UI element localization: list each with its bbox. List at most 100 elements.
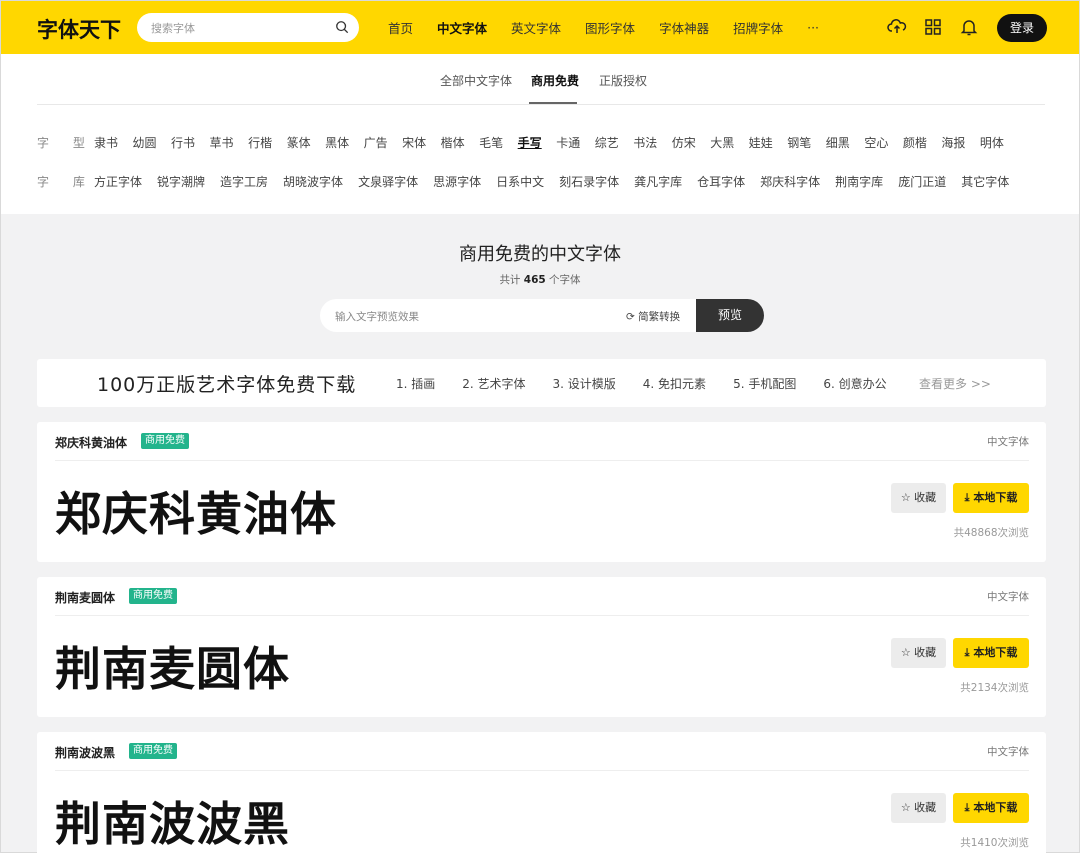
library-filter-option[interactable]: 造字工房 — [220, 173, 268, 190]
category-tabs: 全部中文字体 商用免费 正版授权 — [1, 54, 1079, 104]
favorite-button[interactable]: ☆ 收藏 — [891, 638, 946, 668]
nav-font-tools[interactable]: 字体神器 — [659, 18, 709, 37]
preview-button[interactable]: 预览 — [696, 299, 764, 332]
type-filter-option[interactable]: 卡通 — [556, 134, 580, 151]
bell-icon[interactable] — [959, 17, 979, 37]
type-filter-option[interactable]: 明体 — [980, 134, 1004, 151]
library-filter-option[interactable]: 思源字体 — [433, 173, 481, 190]
type-filter-option[interactable]: 宋体 — [402, 134, 426, 151]
nav-more[interactable]: ··· — [807, 20, 819, 35]
download-button[interactable]: ⤓ 本地下载 — [953, 483, 1029, 513]
preview-placeholder: 输入文字预览效果 — [335, 311, 419, 323]
library-filter-option[interactable]: 荆南字库 — [835, 173, 883, 190]
divider — [37, 104, 1045, 105]
library-filter-option[interactable]: 锐字潮牌 — [157, 173, 205, 190]
font-card[interactable]: 郑庆科黄油体 商用免费 中文字体 郑庆科黄油体 ☆ 收藏 ⤓ 本地下载 共48868次浏览 — [37, 422, 1046, 562]
font-category[interactable]: 中文字体 — [987, 589, 1029, 604]
banner-more-link[interactable]: 查看更多 >> — [919, 375, 991, 392]
type-filter-option[interactable]: 海报 — [941, 134, 965, 151]
site-logo[interactable]: 字体天下 — [37, 14, 121, 44]
type-filter-option[interactable]: 篆体 — [287, 134, 311, 151]
view-count: 共48868次浏览 — [953, 527, 1029, 539]
font-category[interactable]: 中文字体 — [987, 434, 1029, 449]
font-name[interactable]: 荆南麦圆体 — [55, 589, 115, 606]
type-filter-option[interactable]: 大黑 — [710, 134, 734, 151]
type-filter-option[interactable]: 行楷 — [248, 134, 272, 151]
font-card[interactable]: 荆南麦圆体 商用免费 中文字体 荆南麦圆体 ☆ 收藏 ⤓ 本地下载 共2134次浏览 — [37, 577, 1046, 717]
font-preview-sample[interactable]: 郑庆科黄油体 — [55, 478, 337, 544]
tab-commercial-free[interactable]: 商用免费 — [531, 72, 579, 89]
tab-all-chinese[interactable]: 全部中文字体 — [440, 72, 512, 89]
library-filter-option[interactable]: 胡晓波字体 — [283, 173, 343, 190]
nav-english-fonts[interactable]: 英文字体 — [511, 18, 561, 37]
count-prefix: 共计 — [499, 274, 521, 286]
type-filter-option[interactable]: 仿宋 — [672, 134, 696, 151]
type-filter-option[interactable]: 娃娃 — [749, 134, 773, 151]
promo-banner[interactable]: 100万正版艺术字体免费下载 1. 插画 2. 艺术字体 3. 设计模版 4. 免扣元… — [37, 359, 1046, 407]
type-filter-option[interactable]: 隶书 — [94, 134, 118, 151]
type-filter-option[interactable]: 黑体 — [325, 134, 349, 151]
search-icon[interactable] — [335, 20, 349, 34]
count-value: 465 — [523, 274, 546, 286]
grid-apps-icon[interactable] — [923, 17, 943, 37]
font-name[interactable]: 荆南波波黑 — [55, 744, 115, 761]
page-title: 商用免费的中文字体 — [459, 244, 621, 265]
library-filter-option[interactable]: 其它字体 — [961, 173, 1009, 190]
type-filter-option[interactable]: 手写 — [518, 134, 542, 151]
type-filter-option[interactable]: 广告 — [364, 134, 388, 151]
type-filter-option[interactable]: 综艺 — [595, 134, 619, 151]
type-filter-option[interactable]: 颜楷 — [903, 134, 927, 151]
library-filter-option[interactable]: 刻石录字体 — [559, 173, 619, 190]
favorite-button[interactable]: ☆ 收藏 — [891, 483, 946, 513]
banner-link[interactable]: 4. 免扣元素 — [643, 375, 706, 392]
type-filter-option[interactable]: 行书 — [171, 134, 195, 151]
view-count: 共1410次浏览 — [960, 837, 1029, 849]
commercial-free-badge: 商用免费 — [129, 743, 177, 759]
font-preview-sample[interactable]: 荆南波波黑 — [55, 788, 290, 853]
library-filter-option[interactable]: 仓耳字体 — [697, 173, 745, 190]
banner-link[interactable]: 6. 创意办公 — [823, 375, 886, 392]
type-filter-option[interactable]: 楷体 — [441, 134, 465, 151]
favorite-button[interactable]: ☆ 收藏 — [891, 793, 946, 823]
banner-link[interactable]: 2. 艺术字体 — [462, 375, 525, 392]
type-filter-option[interactable]: 钢笔 — [787, 134, 811, 151]
filter-panel: 全部中文字体 商用免费 正版授权 字 型 隶书 幼圆 行书 草书 行楷 篆体 黑体 广告 宋体楷… — [1, 54, 1079, 214]
banner-headline[interactable]: 100万正版艺术字体免费下载 — [97, 370, 356, 397]
commercial-free-badge: 商用免费 — [129, 588, 177, 604]
library-filter-option[interactable]: 日系中文 — [496, 173, 544, 190]
search-placeholder: 搜索字体 — [151, 22, 195, 35]
library-filter-option[interactable]: 郑庆科字体 — [760, 173, 820, 190]
type-filter-option[interactable]: 幼圆 — [133, 134, 157, 151]
type-filter-option[interactable]: 细黑 — [826, 134, 850, 151]
font-preview-sample[interactable]: 荆南麦圆体 — [55, 633, 290, 699]
nav-chinese-fonts[interactable]: 中文字体 — [437, 18, 487, 37]
download-button[interactable]: ⤓ 本地下载 — [953, 638, 1029, 668]
nav-home[interactable]: 首页 — [388, 18, 413, 37]
library-filter-option[interactable]: 龚凡字库 — [634, 173, 682, 190]
nav-graphic-fonts[interactable]: 图形字体 — [585, 18, 635, 37]
type-filter-option[interactable]: 草书 — [210, 134, 234, 151]
banner-link[interactable]: 1. 插画 — [396, 375, 435, 392]
font-name[interactable]: 郑庆科黄油体 — [55, 434, 127, 451]
cloud-upload-icon[interactable] — [887, 17, 907, 37]
download-button[interactable]: ⤓ 本地下载 — [953, 793, 1029, 823]
main-nav: 首页 中文字体 英文字体 图形字体 字体神器 招牌字体 ··· — [388, 1, 843, 54]
library-filter-option[interactable]: 方正字体 — [94, 173, 142, 190]
count-suffix: 个字体 — [549, 274, 581, 286]
banner-link[interactable]: 5. 手机配图 — [733, 375, 796, 392]
banner-link[interactable]: 3. 设计模版 — [553, 375, 616, 392]
type-filter-option[interactable]: 毛笔 — [479, 134, 503, 151]
font-card[interactable]: 荆南波波黑 商用免费 中文字体 荆南波波黑 ☆ 收藏 ⤓ 本地下载 共1410次浏览 — [37, 732, 1046, 853]
font-category[interactable]: 中文字体 — [987, 744, 1029, 759]
library-filter-option[interactable]: 庞门正道 — [898, 173, 946, 190]
type-filter-option[interactable]: 书法 — [633, 134, 657, 151]
type-filter-option[interactable]: 空心 — [864, 134, 888, 151]
search-input[interactable]: 搜索字体 — [137, 13, 359, 42]
top-navbar: 字体天下 搜索字体 首页 中文字体 英文字体 图形字体 字体神器 招牌字体 ··… — [1, 1, 1079, 54]
tab-licensed[interactable]: 正版授权 — [599, 72, 647, 89]
nav-signboard-fonts[interactable]: 招牌字体 — [733, 18, 783, 37]
simplified-traditional-toggle[interactable]: ⟳ 简繁转换 — [626, 309, 680, 324]
login-button[interactable]: 登录 — [997, 14, 1047, 42]
library-filter-option[interactable]: 文泉驿字体 — [358, 173, 418, 190]
convert-label: 简繁转换 — [638, 311, 681, 323]
